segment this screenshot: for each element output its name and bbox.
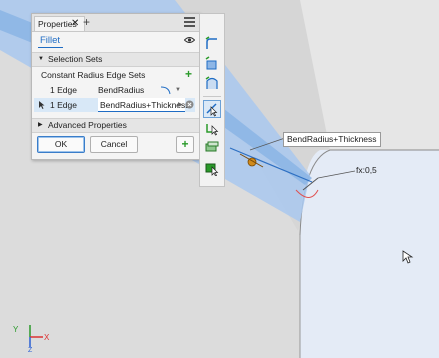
triad-x-label: X	[44, 333, 50, 342]
chevron-right-icon[interactable]: ▶	[178, 98, 183, 112]
fillet-full-round-icon[interactable]	[204, 76, 220, 92]
loop-select-icon[interactable]	[204, 120, 220, 136]
edge-count: 1 Edge	[50, 100, 77, 110]
eye-icon[interactable]	[184, 36, 195, 44]
selection-sets-section[interactable]: ▼ Selection Sets	[32, 52, 199, 67]
expand-triangle-icon: ▶	[38, 122, 43, 128]
add-tab-button[interactable]: +	[83, 15, 90, 29]
fx-value-label[interactable]: fx:0,5	[356, 165, 377, 175]
arc-icon	[160, 86, 171, 95]
constant-radius-heading: Constant Radius Edge Sets	[41, 70, 146, 80]
menu-icon[interactable]	[184, 17, 195, 27]
selection-sets-heading: Selection Sets	[48, 54, 103, 64]
edge-select-icon[interactable]	[203, 100, 221, 118]
radius-callout[interactable]: BendRadius+Thickness	[283, 132, 381, 147]
radius-field[interactable]: BendRadius	[98, 83, 144, 96]
triad-y-label: Y	[13, 325, 19, 334]
radius-field[interactable]: BendRadius+Thickness	[98, 98, 190, 112]
solid-select-icon[interactable]	[204, 160, 220, 176]
properties-tab[interactable]: Properties ✕	[34, 16, 85, 31]
flange-face	[300, 150, 439, 358]
add-edge-set-icon[interactable]: +	[185, 67, 192, 81]
feature-name-underline	[38, 47, 63, 48]
toolbar-separator	[203, 96, 221, 97]
fillet-toolbar	[199, 13, 225, 187]
chevron-down-icon[interactable]: ▼	[175, 83, 181, 97]
triad-z-label: Z	[28, 347, 33, 352]
edge-set-row[interactable]: 1 Edge BendRadius+Thickness ▶	[34, 98, 195, 112]
view-triad[interactable]: Y X Z	[10, 322, 50, 352]
edge-count: 1 Edge	[50, 85, 77, 95]
ok-button[interactable]: OK	[37, 136, 85, 153]
select-arrow-icon	[39, 101, 45, 109]
clear-icon[interactable]	[185, 100, 194, 109]
edge-set-row[interactable]: 1 Edge BendRadius ▼	[34, 83, 195, 97]
collapse-triangle-icon: ▼	[38, 56, 44, 62]
cancel-button[interactable]: Cancel	[90, 136, 138, 153]
feature-name[interactable]: Fillet	[40, 35, 60, 46]
feature-select-icon[interactable]	[204, 140, 220, 156]
mouse-cursor-icon	[402, 250, 414, 264]
advanced-properties-section[interactable]: ▶ Advanced Properties	[32, 118, 199, 133]
close-icon[interactable]: ✕	[71, 17, 79, 31]
properties-panel: Properties ✕ + Fillet ▼ Selection Sets C…	[31, 13, 200, 160]
fillet-edge-icon[interactable]	[204, 36, 220, 52]
apply-add-button[interactable]: +	[176, 136, 194, 153]
advanced-properties-heading: Advanced Properties	[48, 120, 127, 130]
fillet-face-icon[interactable]	[204, 56, 220, 72]
panel-tabbar: Properties ✕ +	[32, 14, 199, 32]
